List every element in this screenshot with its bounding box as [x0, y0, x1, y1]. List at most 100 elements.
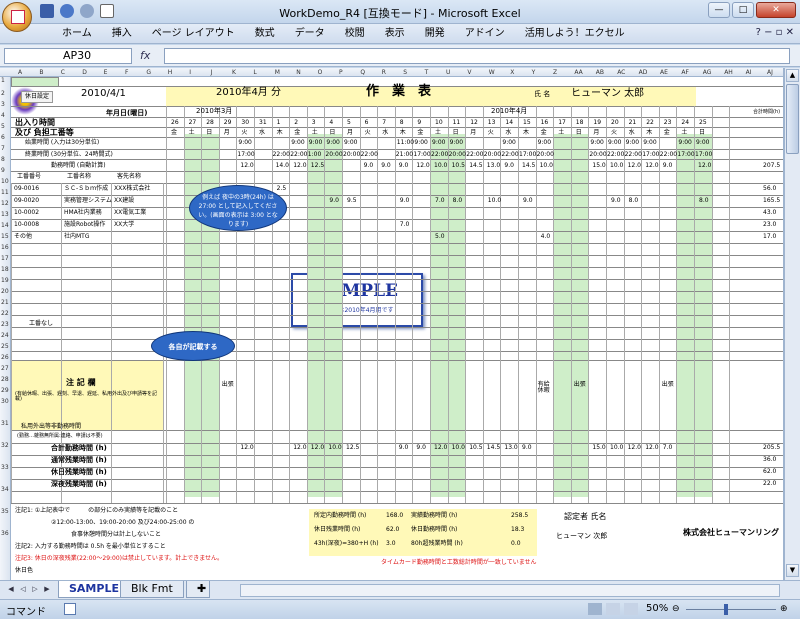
row-header[interactable]: 25 [1, 343, 9, 350]
column-header[interactable]: P [339, 69, 343, 76]
prev-sheet-icon[interactable]: ◁ [18, 585, 28, 595]
job-number[interactable]: 09-0016 [14, 186, 39, 192]
job-hours[interactable]: 4.0 [541, 234, 551, 240]
end-time[interactable]: 22:00 [290, 152, 307, 158]
start-time[interactable]: 9:00 [414, 140, 427, 146]
day-number[interactable]: 23 [664, 120, 672, 126]
job-hours[interactable]: 8.0 [453, 198, 463, 204]
column-header[interactable]: H [168, 69, 173, 76]
row-header[interactable]: 34 [1, 486, 9, 493]
weekday[interactable]: 月 [470, 130, 476, 136]
sum-hours[interactable]: 15.0 [592, 445, 605, 451]
job-hours[interactable]: 9.5 [347, 198, 357, 204]
day-number[interactable]: 1 [277, 120, 281, 126]
row-line[interactable] [11, 183, 783, 184]
job-header[interactable]: 客先名称 [117, 174, 141, 180]
end-time[interactable]: 17:00 [519, 152, 536, 158]
row-line[interactable] [11, 117, 783, 118]
start-time[interactable]: 9:00 [502, 140, 515, 146]
job-client[interactable]: XX電気工業 [114, 210, 146, 216]
total-hours-header[interactable]: 合計時間(h) [753, 110, 783, 115]
work-hours[interactable]: 15.0 [592, 163, 605, 169]
row-header[interactable]: 30 [1, 398, 9, 405]
sum-total[interactable]: 62.0 [763, 469, 776, 475]
weekday[interactable]: 土 [312, 130, 318, 136]
ribbon-tab[interactable]: 数式 [245, 27, 285, 41]
approver-name[interactable]: ヒューマン 次郎 [556, 533, 607, 540]
start-time[interactable]: 9:00 [678, 140, 691, 146]
work-hours[interactable]: 14.5 [469, 163, 482, 169]
column-header[interactable]: K [232, 69, 236, 76]
row-line[interactable] [11, 430, 783, 431]
weekday[interactable]: 水 [629, 130, 635, 136]
work-hours[interactable]: 12.5 [311, 163, 324, 169]
weekday[interactable]: 火 [241, 130, 247, 136]
callout-fill[interactable]: 各自が記載する [151, 331, 235, 361]
remarks-label[interactable]: 注 記 欄 [66, 379, 96, 387]
vertical-scrollbar[interactable]: ▲ ▼ [784, 68, 800, 580]
row-line[interactable] [11, 491, 783, 492]
end-time[interactable]: 20:00 [343, 152, 360, 158]
summary-label[interactable]: 43h(深夜)=380+H (h) [314, 541, 379, 547]
work-hours[interactable]: 10.5 [452, 163, 465, 169]
approver-label[interactable]: 認定者 氏名 [564, 513, 607, 521]
summary-value2[interactable]: 0.0 [511, 541, 521, 547]
last-sheet-icon[interactable]: ▶ [42, 585, 52, 595]
work-hours[interactable]: 12.0 [293, 163, 306, 169]
column-header[interactable]: Y [532, 69, 536, 76]
formula-input[interactable] [164, 48, 790, 64]
row-header[interactable]: 12 [1, 200, 9, 207]
sum-hours[interactable]: 9.0 [522, 445, 532, 451]
column-line[interactable] [289, 106, 291, 503]
job-hours[interactable]: 5.0 [435, 234, 445, 240]
column-line[interactable] [623, 106, 625, 503]
column-header[interactable]: AH [724, 69, 733, 76]
worksheet-grid[interactable]: A B C D E F G H I J K L M N O P Q R S T U V W X Y Z AA AB AC AD AE AF AG… [0, 68, 784, 580]
sum-label[interactable]: 合計勤務時間 (h) [51, 445, 107, 452]
report-date[interactable]: 2010/4/1 [81, 89, 126, 99]
sum-hours[interactable]: 12.0 [645, 445, 658, 451]
day-number[interactable]: 19 [593, 120, 601, 126]
row-header[interactable]: 17 [1, 255, 9, 262]
sum-hours[interactable]: 12.0 [240, 445, 253, 451]
row-header[interactable]: 29 [1, 387, 9, 394]
minimize-button[interactable]: — [708, 2, 730, 18]
sum-total[interactable]: 205.5 [763, 445, 780, 451]
note-line[interactable]: ②12:00-13:00、19:00-20:00 及び24:00-25:00 の [51, 520, 194, 526]
day-number[interactable]: 16 [541, 120, 549, 126]
row-line[interactable] [11, 231, 783, 232]
day-number[interactable]: 6 [365, 120, 369, 126]
column-line[interactable] [535, 106, 537, 503]
row-line[interactable] [11, 303, 783, 304]
row-line[interactable] [11, 207, 783, 208]
start-time[interactable]: 9:00 [291, 140, 304, 146]
job-total[interactable]: 165.5 [763, 198, 780, 204]
row-header[interactable]: 2 [1, 90, 5, 97]
day-number[interactable]: 24 [681, 120, 689, 126]
summary-value2[interactable]: 18.3 [511, 527, 524, 533]
job-name[interactable]: 実務管理システム [64, 198, 112, 204]
row-header[interactable]: 14 [1, 222, 9, 229]
start-time[interactable]: 9:00 [432, 140, 445, 146]
work-hours[interactable]: 12.0 [698, 163, 711, 169]
job-client[interactable]: XX大学 [114, 222, 134, 228]
row-line[interactable] [11, 149, 783, 150]
end-time[interactable]: 22:00 [361, 152, 378, 158]
no-job-label[interactable]: 工番なし [29, 321, 53, 327]
day-number[interactable]: 31 [259, 120, 267, 126]
work-hours[interactable]: 9.0 [364, 163, 374, 169]
label-column-line[interactable] [61, 183, 62, 503]
job-hours[interactable]: 8.0 [699, 198, 709, 204]
column-header[interactable]: AI [746, 69, 752, 76]
zoom-out-icon[interactable]: ⊖ [672, 604, 680, 614]
remark-trip[interactable]: 出張 [574, 382, 586, 388]
end-time[interactable]: 22:00 [501, 152, 518, 158]
start-time[interactable]: 9:00 [696, 140, 709, 146]
job-hours[interactable]: 7.0 [435, 198, 445, 204]
work-hours[interactable]: 10.0 [610, 163, 623, 169]
weekday[interactable]: 火 [365, 130, 371, 136]
sum-hours[interactable]: 10.0 [610, 445, 623, 451]
row-header[interactable]: 33 [1, 464, 9, 471]
io-time-label[interactable]: 出入り時間 [15, 119, 55, 127]
column-header[interactable]: V [467, 69, 471, 76]
